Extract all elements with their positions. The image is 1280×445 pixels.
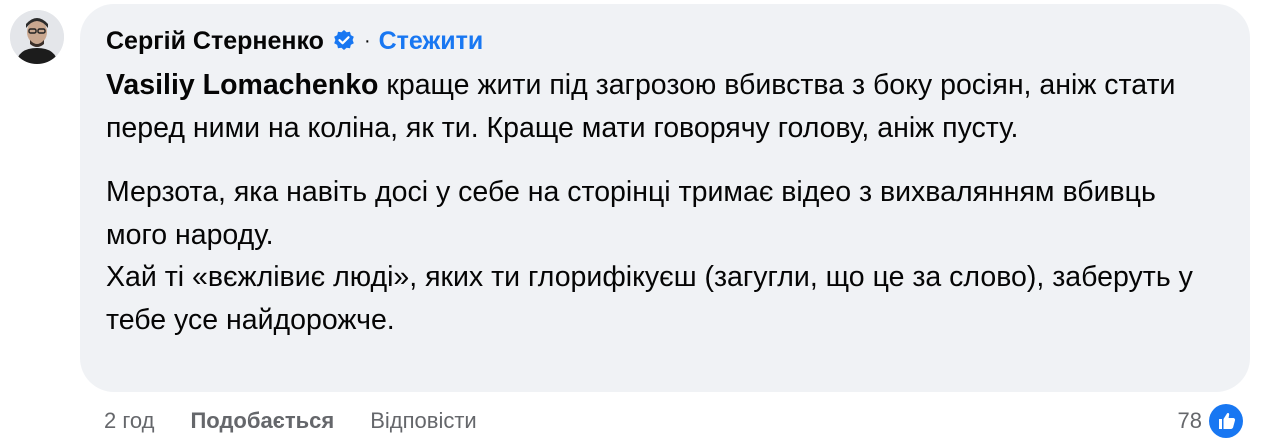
comment-actions: 2 год Подобається Відповісти [104,408,477,434]
follow-button[interactable]: Стежити [379,27,484,56]
comment-paragraph-3: Хай ті «вєжлівиє люді», яких ти глорифік… [106,261,1193,336]
like-icon [1209,404,1243,438]
comment-timestamp[interactable]: 2 год [104,408,154,434]
avatar[interactable] [10,10,64,64]
author-name[interactable]: Сергій Стерненко [106,27,324,56]
mention-link[interactable]: Vasiliy Lomachenko [106,69,378,101]
reaction-count: 78 [1177,408,1202,433]
like-button[interactable]: Подобається [190,408,334,434]
comment-paragraph-1: Vasiliy Lomachenko краще жити під загроз… [106,64,1224,149]
comment-paragraph-2: Мерзота, яка навіть досі у себе на сторі… [106,176,1156,251]
comment-header: Сергій Стерненко · Стежити [106,24,1224,58]
comment-text: Vasiliy Lomachenko краще жити під загроз… [106,64,1224,341]
reply-button[interactable]: Відповісти [370,408,477,434]
avatar-photo [10,10,64,64]
comment-bubble: Сергій Стерненко · Стежити Vasiliy Lomac… [80,4,1250,392]
verified-badge-icon [332,29,356,53]
reaction-summary[interactable]: 78 [1178,403,1244,439]
separator-dot: · [363,29,371,52]
